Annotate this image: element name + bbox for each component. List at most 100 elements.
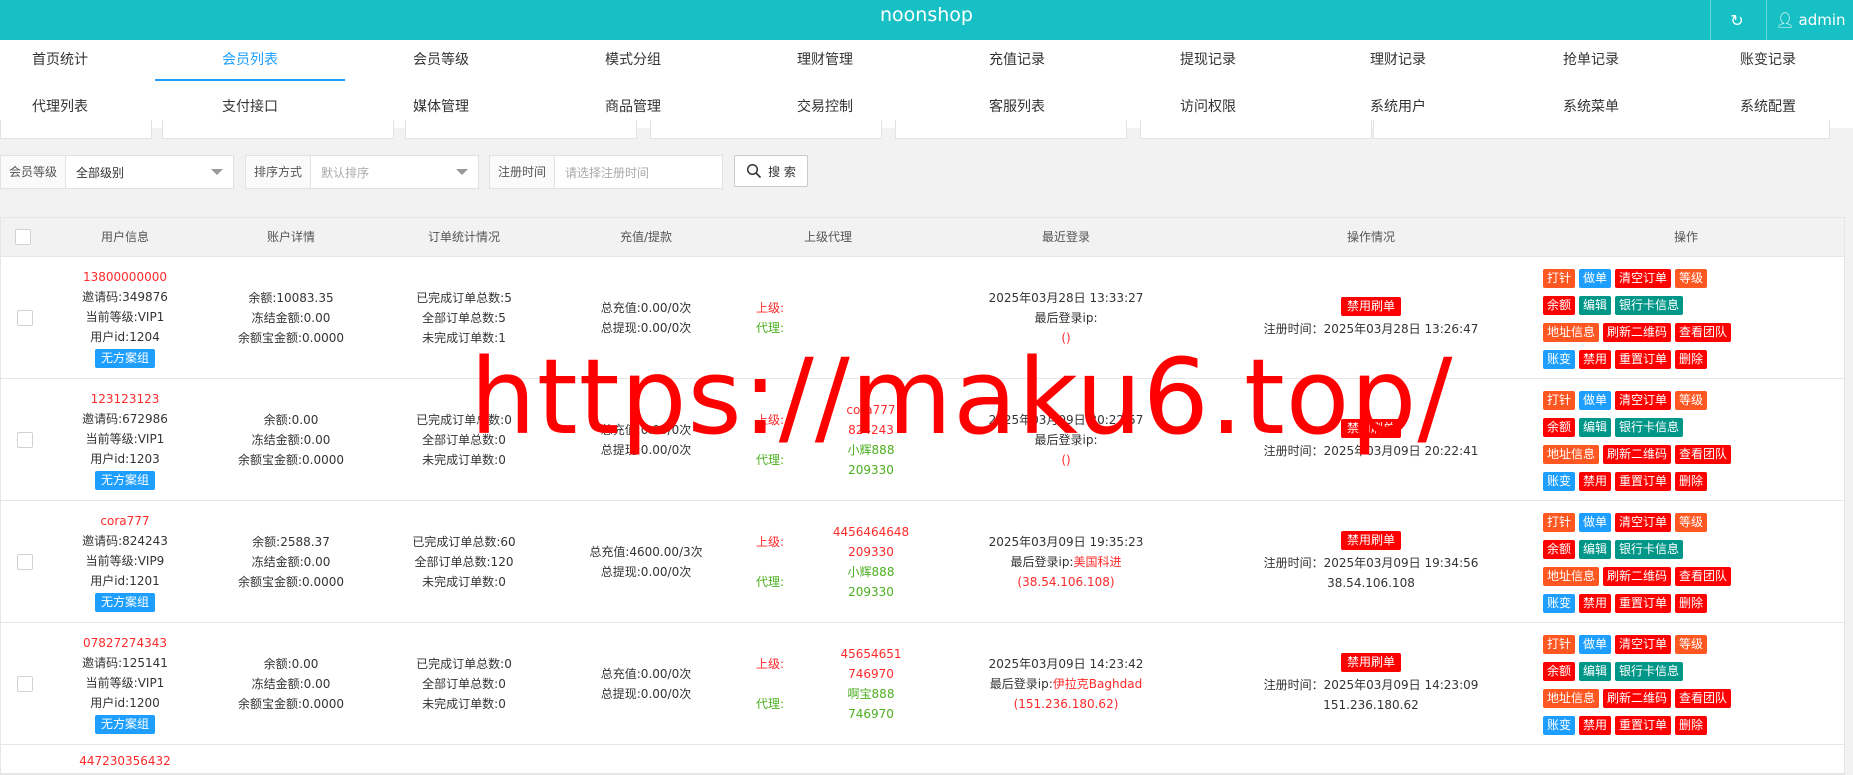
refresh-qrcode-button[interactable]: 刷新二维码 [1603, 445, 1672, 464]
make-order-button[interactable]: 做单 [1579, 391, 1612, 410]
filter-field[interactable] [405, 120, 637, 139]
delete-button[interactable]: 删除 [1675, 350, 1708, 369]
balance-button[interactable]: 余额 [1543, 296, 1576, 315]
bank-card-button[interactable]: 银行卡信息 [1615, 296, 1684, 315]
nav-item[interactable]: 充值记录 [922, 45, 1112, 83]
filter-field[interactable] [0, 120, 152, 139]
delete-button[interactable]: 删除 [1675, 594, 1708, 613]
group-badge[interactable]: 无方案组 [94, 471, 155, 490]
make-order-button[interactable]: 做单 [1579, 513, 1612, 532]
agent-label: 代理: [756, 696, 785, 711]
refresh-qrcode-button[interactable]: 刷新二维码 [1603, 567, 1672, 586]
user-phone[interactable]: 123123123 [91, 389, 160, 409]
disable-button[interactable]: 禁用 [1579, 594, 1612, 613]
level-select[interactable]: 会员等级 全部级别 [0, 155, 234, 189]
level-button[interactable]: 等级 [1675, 269, 1708, 288]
make-order-button[interactable]: 做单 [1579, 635, 1612, 654]
user-phone[interactable]: 447230356432 [79, 751, 171, 771]
address-button[interactable]: 地址信息 [1543, 689, 1600, 708]
search-button[interactable]: 搜 索 [734, 155, 808, 187]
nav-item[interactable]: 会员列表 [155, 45, 345, 81]
balance-change-button[interactable]: 账变 [1543, 472, 1576, 491]
disable-button[interactable]: 禁用 [1579, 716, 1612, 735]
balance-button[interactable]: 余额 [1543, 540, 1576, 559]
edit-button[interactable]: 编辑 [1579, 296, 1612, 315]
bank-card-button[interactable]: 银行卡信息 [1615, 662, 1684, 681]
delete-button[interactable]: 删除 [1675, 716, 1708, 735]
refresh-qrcode-button[interactable]: 刷新二维码 [1603, 689, 1672, 708]
reset-order-button[interactable]: 重置订单 [1615, 350, 1672, 369]
filter-field[interactable] [895, 120, 1127, 139]
balance-change-button[interactable]: 账变 [1543, 350, 1576, 369]
clear-orders-button[interactable]: 清空订单 [1615, 513, 1672, 532]
select-all-checkbox[interactable] [15, 218, 35, 256]
disable-button[interactable]: 禁用 [1579, 472, 1612, 491]
user-menu[interactable]: 👤︎ admin [1766, 0, 1853, 40]
inject-button[interactable]: 打针 [1543, 635, 1576, 654]
group-badge[interactable]: 无方案组 [94, 715, 155, 734]
address-button[interactable]: 地址信息 [1543, 323, 1600, 342]
nav-item[interactable]: 模式分组 [538, 45, 728, 83]
reset-order-button[interactable]: 重置订单 [1615, 716, 1672, 735]
level-button[interactable]: 等级 [1675, 391, 1708, 410]
user-phone[interactable]: cora777 [100, 511, 149, 531]
nav-item[interactable]: 首页统计 [0, 45, 120, 83]
group-badge[interactable]: 无方案组 [94, 593, 155, 612]
filter-field[interactable] [650, 120, 882, 139]
status-badge[interactable]: 禁用刷单 [1340, 530, 1401, 550]
address-button[interactable]: 地址信息 [1543, 445, 1600, 464]
view-team-button[interactable]: 查看团队 [1675, 567, 1732, 586]
clear-orders-button[interactable]: 清空订单 [1615, 269, 1672, 288]
row-checkbox[interactable] [15, 623, 35, 744]
bank-card-button[interactable]: 银行卡信息 [1615, 418, 1684, 437]
address-button[interactable]: 地址信息 [1543, 567, 1600, 586]
sort-select[interactable]: 排序方式 默认排序 [245, 155, 479, 189]
group-badge[interactable]: 无方案组 [94, 349, 155, 368]
status-badge[interactable]: 禁用刷单 [1340, 418, 1401, 438]
nav-item[interactable]: 理财管理 [730, 45, 920, 83]
view-team-button[interactable]: 查看团队 [1675, 445, 1732, 464]
nav-item[interactable]: 会员等级 [346, 45, 536, 83]
regtime-input[interactable]: 注册时间 请选择注册时间 [489, 155, 723, 189]
balance-button[interactable]: 余额 [1543, 662, 1576, 681]
level-button[interactable]: 等级 [1675, 635, 1708, 654]
bank-card-button[interactable]: 银行卡信息 [1615, 540, 1684, 559]
edit-button[interactable]: 编辑 [1579, 418, 1612, 437]
inject-button[interactable]: 打针 [1543, 513, 1576, 532]
disable-button[interactable]: 禁用 [1579, 350, 1612, 369]
row-checkbox[interactable] [15, 257, 35, 378]
balance-change-button[interactable]: 账变 [1543, 594, 1576, 613]
clear-orders-button[interactable]: 清空订单 [1615, 391, 1672, 410]
delete-button[interactable]: 删除 [1675, 472, 1708, 491]
make-order-button[interactable]: 做单 [1579, 269, 1612, 288]
edit-button[interactable]: 编辑 [1579, 662, 1612, 681]
view-team-button[interactable]: 查看团队 [1675, 323, 1732, 342]
view-team-button[interactable]: 查看团队 [1675, 689, 1732, 708]
level-button[interactable]: 等级 [1675, 513, 1708, 532]
nav-item[interactable]: 理财记录 [1303, 45, 1493, 83]
inject-button[interactable]: 打针 [1543, 391, 1576, 410]
clear-orders-button[interactable]: 清空订单 [1615, 635, 1672, 654]
reset-order-button[interactable]: 重置订单 [1615, 472, 1672, 491]
user-phone[interactable]: 07827274343 [83, 633, 167, 653]
balance-button[interactable]: 余额 [1543, 418, 1576, 437]
column-header: 订单统计情况 [427, 230, 500, 244]
filter-field[interactable] [1140, 120, 1372, 139]
status-badge[interactable]: 禁用刷单 [1340, 296, 1401, 316]
agent-code: 746970 [848, 706, 894, 721]
row-checkbox[interactable] [15, 501, 35, 622]
nav-item[interactable]: 抢单记录 [1496, 45, 1686, 83]
user-phone[interactable]: 13800000000 [83, 267, 167, 287]
edit-button[interactable]: 编辑 [1579, 540, 1612, 559]
balance-change-button[interactable]: 账变 [1543, 716, 1576, 735]
row-checkbox[interactable] [15, 379, 35, 500]
nav-item[interactable]: 账变记录 [1688, 45, 1848, 83]
refresh-button[interactable]: ↻ [1710, 0, 1763, 40]
reset-order-button[interactable]: 重置订单 [1615, 594, 1672, 613]
refresh-qrcode-button[interactable]: 刷新二维码 [1603, 323, 1672, 342]
status-badge[interactable]: 禁用刷单 [1340, 652, 1401, 672]
filter-field[interactable] [1373, 120, 1830, 139]
nav-item[interactable]: 提现记录 [1113, 45, 1303, 83]
inject-button[interactable]: 打针 [1543, 269, 1576, 288]
filter-field[interactable] [162, 120, 394, 139]
